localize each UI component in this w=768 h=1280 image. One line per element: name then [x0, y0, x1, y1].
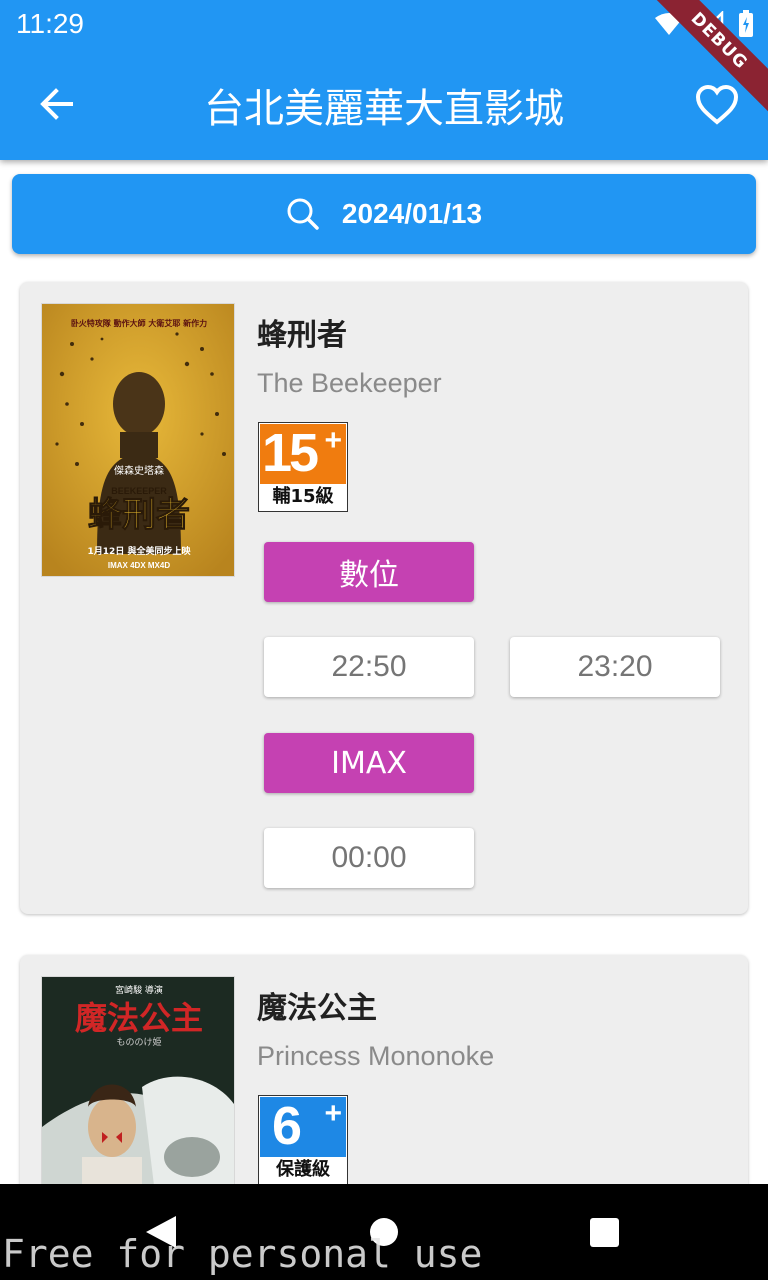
poster-subtitle: もののけ姫	[116, 1036, 161, 1048]
date-label: 2024/01/13	[341, 198, 483, 229]
movie-english-title: The Beekeeper	[257, 368, 442, 398]
battery-icon	[739, 10, 753, 37]
rating-label: 輔15級	[272, 486, 334, 507]
rating-badge: 6 + 保護級	[258, 1095, 348, 1185]
search-icon	[287, 198, 319, 230]
showtime-button[interactable]: 23:20	[510, 637, 720, 697]
movie-poster[interactable]: 卧火特攻隊 動作大師 大衛艾耶 新作力 傑森史塔森 BEEKEEPER 蜂刑者 …	[41, 303, 235, 577]
poster-image: 卧火特攻隊 動作大師 大衛艾耶 新作力 傑森史塔森 BEEKEEPER 蜂刑者 …	[42, 304, 234, 576]
format-button-imax[interactable]: IMAX	[264, 733, 474, 793]
arrow-back-icon	[40, 88, 73, 120]
rating-plus: +	[324, 424, 342, 457]
page-title: 台北美麗華大直影城	[204, 86, 564, 132]
movie-card: 卧火特攻隊 動作大師 大衛艾耶 新作力 傑森史塔森 BEEKEEPER 蜂刑者 …	[20, 282, 748, 914]
back-button[interactable]	[24, 72, 88, 136]
poster-actor: 傑森史塔森	[114, 464, 164, 477]
poster-title: 魔法公主	[75, 999, 203, 1037]
app-bar: 11:29 台北美麗華大直影城 DEBUG	[0, 0, 768, 160]
watermark: Free for personal use	[2, 1232, 483, 1276]
rating-number: 15	[262, 423, 319, 483]
rating-plus: +	[324, 1097, 342, 1130]
rating-badge: 15 + 輔15級	[258, 422, 348, 512]
poster-logo-zh: 蜂刑者	[88, 495, 190, 535]
favorite-button[interactable]	[686, 74, 748, 136]
poster-top-text: 卧火特攻隊 動作大師 大衛艾耶 新作力	[71, 318, 207, 328]
movie-title: 蜂刑者	[257, 318, 347, 353]
rating-number: 6	[272, 1096, 302, 1156]
poster-director: 宮崎駿 導演	[115, 984, 163, 996]
date-picker-button[interactable]: 2024/01/13	[12, 174, 756, 254]
showtime-button[interactable]: 22:50	[264, 637, 474, 697]
recents-square-icon[interactable]	[590, 1218, 619, 1247]
poster-release: 1月12日 與全美同步上映	[88, 545, 192, 557]
movie-english-title: Princess Mononoke	[257, 1041, 495, 1071]
status-time: 11:29	[16, 8, 84, 39]
heart-outline-icon	[695, 85, 739, 125]
movie-title: 魔法公主	[257, 991, 377, 1026]
rating-label: 保護級	[276, 1159, 330, 1180]
poster-formats: IMAX 4DX MX4D	[108, 561, 170, 570]
format-button-digital[interactable]: 數位	[264, 542, 474, 602]
showtime-button[interactable]: 00:00	[264, 828, 474, 888]
